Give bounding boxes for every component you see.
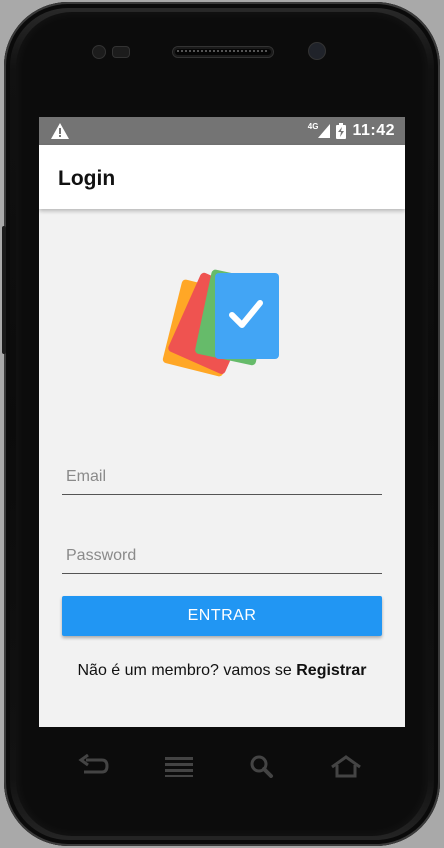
battery-charging-icon [336,123,347,139]
menu-icon[interactable] [163,754,195,778]
login-button[interactable]: ENTRAR [62,596,382,636]
light-sensor [112,46,130,58]
home-icon[interactable] [330,754,362,778]
app-bar: Login [39,145,405,209]
stacked-cards-check-icon [162,269,279,377]
earpiece-speaker [172,46,274,58]
proximity-sensor [92,45,106,59]
email-input[interactable] [62,468,382,486]
register-prompt-text: Não é um membro? vamos se [77,662,297,679]
status-time: 11:42 [352,122,395,139]
search-icon[interactable] [246,754,278,778]
password-input[interactable] [62,547,382,565]
screen: 4G 11:42 Login Email ENTRAR Não é um mem… [39,117,405,727]
register-link[interactable]: Registrar [296,662,366,679]
register-prompt: Não é um membro? vamos se Registrar [39,662,405,680]
signal-icon [318,124,331,138]
status-bar: 4G 11:42 [39,117,405,145]
warning-triangle-icon [51,123,69,139]
front-camera [308,42,326,60]
volume-button [2,226,6,354]
back-icon[interactable] [78,754,110,778]
system-nav-bar [0,736,444,796]
page-title: Login [58,167,116,190]
password-field[interactable] [62,525,382,574]
status-right-group: 4G 11:42 [308,121,395,141]
network-type-label: 4G [307,122,319,131]
email-field[interactable] [62,446,382,495]
